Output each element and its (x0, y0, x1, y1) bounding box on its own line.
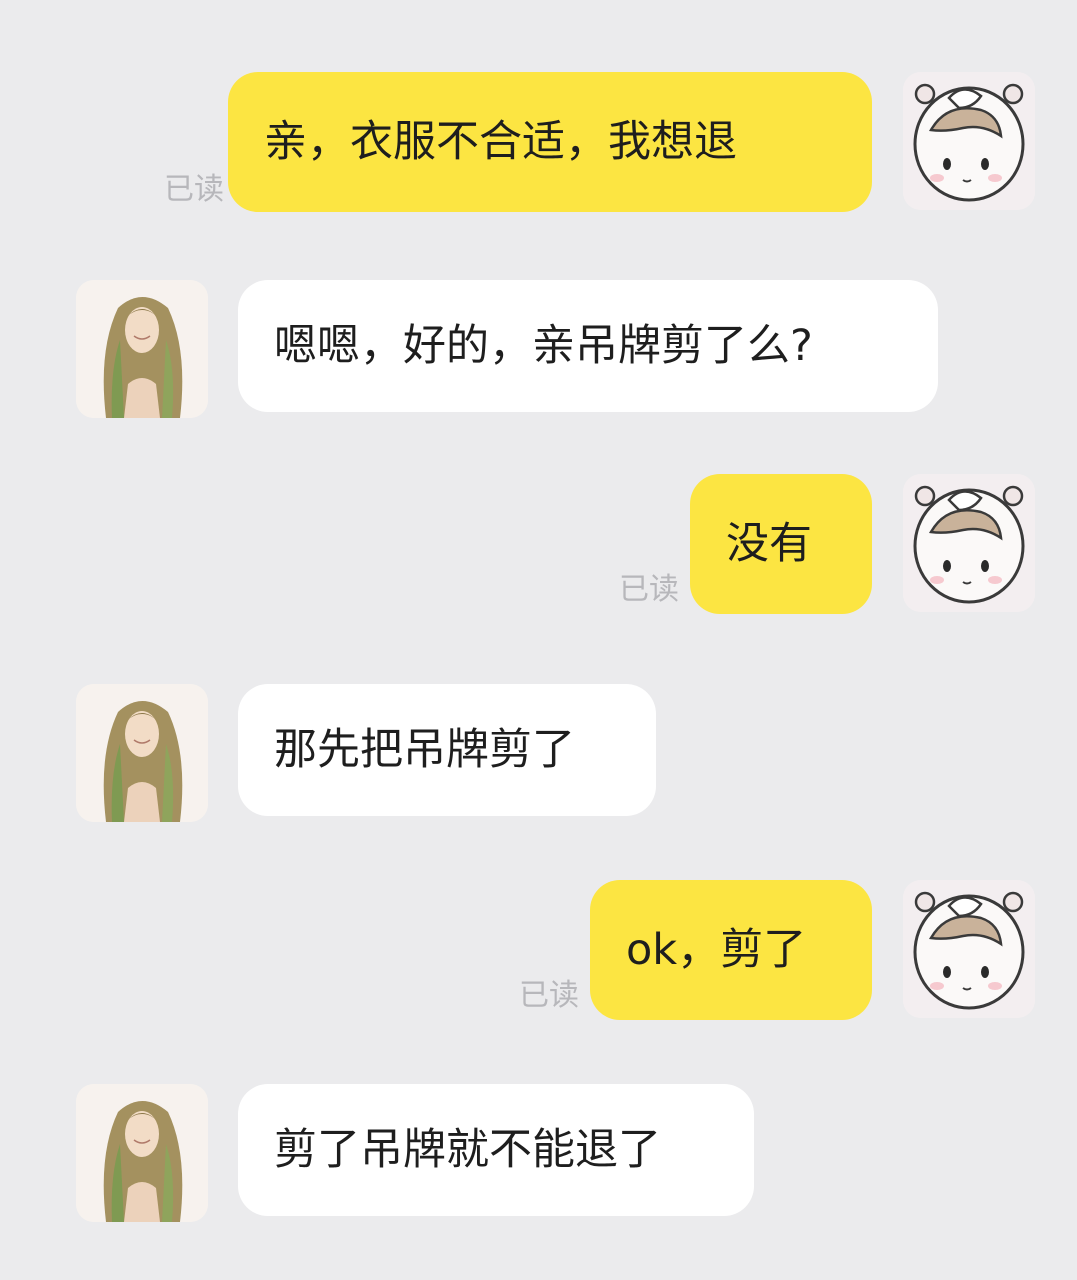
long-hair-woman-avatar-icon[interactable] (76, 1084, 208, 1222)
message-text: 嗯嗯，好的，亲吊牌剪了么? (274, 320, 813, 371)
read-status: 已读 (519, 978, 579, 1013)
message-bubble-self[interactable]: 亲，衣服不合适，我想退 (228, 72, 872, 212)
long-hair-woman-avatar-icon[interactable] (76, 684, 208, 822)
message-text: 剪了吊牌就不能退了 (274, 1124, 661, 1175)
message-text: 那先把吊牌剪了 (274, 724, 575, 775)
cartoon-girl-avatar-icon[interactable] (903, 474, 1035, 612)
message-bubble-other[interactable]: 剪了吊牌就不能退了 (238, 1084, 754, 1216)
message-bubble-other[interactable]: 嗯嗯，好的，亲吊牌剪了么? (238, 280, 938, 412)
message-bubble-self[interactable]: ok，剪了 (590, 880, 872, 1020)
chat-conversation: 已读 亲，衣服不合适，我想退 嗯嗯，好的，亲吊牌剪了么? 已读 没有 那先把吊牌… (0, 0, 1077, 1280)
read-status: 已读 (164, 172, 224, 207)
message-bubble-self[interactable]: 没有 (690, 474, 872, 614)
message-text: 亲，衣服不合适，我想退 (264, 116, 737, 167)
cartoon-girl-avatar-icon[interactable] (903, 72, 1035, 210)
read-status: 已读 (619, 572, 679, 607)
message-bubble-other[interactable]: 那先把吊牌剪了 (238, 684, 656, 816)
cartoon-girl-avatar-icon[interactable] (903, 880, 1035, 1018)
message-text: ok，剪了 (626, 924, 807, 975)
message-text: 没有 (726, 518, 812, 569)
long-hair-woman-avatar-icon[interactable] (76, 280, 208, 418)
